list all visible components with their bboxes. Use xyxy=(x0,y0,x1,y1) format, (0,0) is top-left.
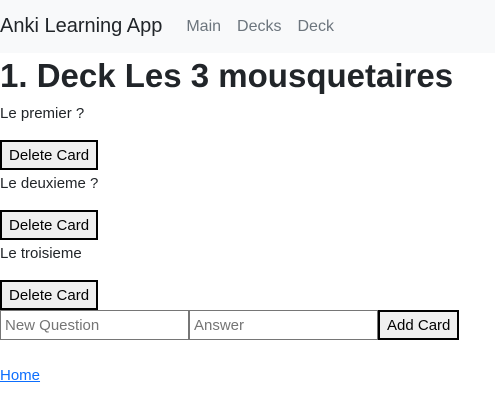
navbar: Anki Learning App Main Decks Deck xyxy=(0,0,495,53)
add-card-form: Add Card xyxy=(0,310,460,340)
delete-card-button[interactable]: Delete Card xyxy=(0,140,99,170)
navbar-brand[interactable]: Anki Learning App xyxy=(0,15,162,38)
nav-link-main[interactable]: Main xyxy=(186,18,221,36)
answer-input[interactable] xyxy=(189,310,378,340)
page-title: 1. Deck Les 3 mousquetaires xyxy=(0,57,454,94)
delete-card-button[interactable]: Delete Card xyxy=(0,280,99,310)
add-card-button[interactable]: Add Card xyxy=(378,310,460,340)
nav-link-decks[interactable]: Decks xyxy=(237,18,281,36)
new-question-input[interactable] xyxy=(0,310,189,340)
delete-card-button[interactable]: Delete Card xyxy=(0,210,99,240)
card-question: Le troisieme xyxy=(0,245,82,262)
home-link[interactable]: Home xyxy=(0,367,40,384)
card-question: Le premier ? xyxy=(0,105,85,122)
nav-link-deck[interactable]: Deck xyxy=(297,18,333,36)
card-question: Le deuxieme ? xyxy=(0,175,99,192)
